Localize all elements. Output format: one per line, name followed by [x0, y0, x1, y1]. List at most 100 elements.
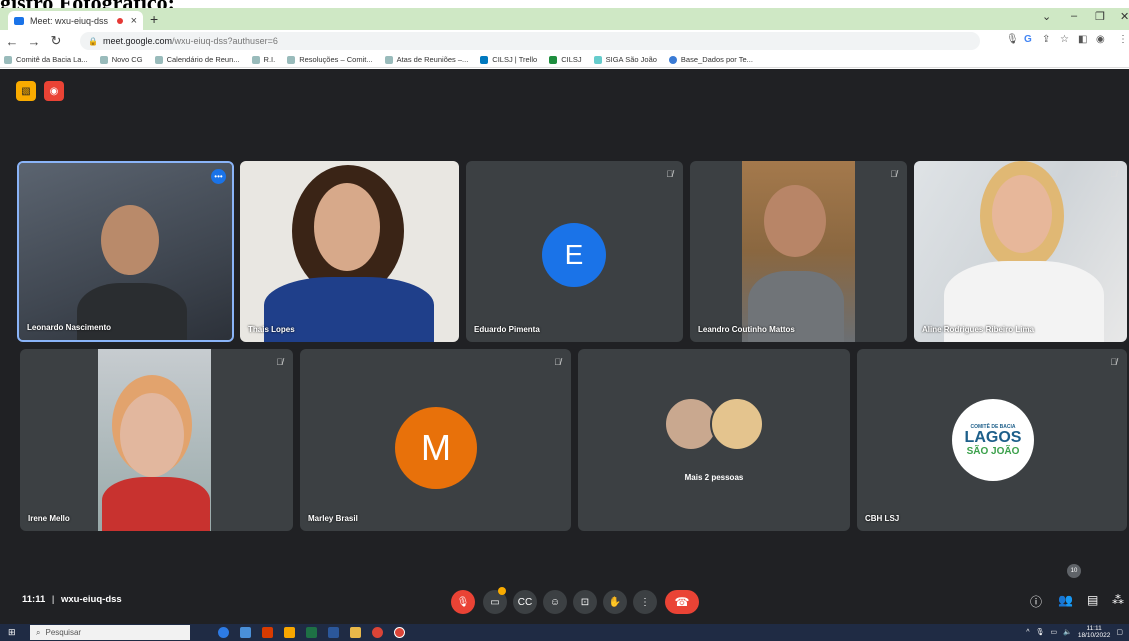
- excel-icon[interactable]: [306, 627, 317, 638]
- bookmark-item[interactable]: SIGA São João: [593, 55, 657, 64]
- network-icon[interactable]: ▭: [1050, 628, 1057, 636]
- minimize-icon[interactable]: –: [1071, 10, 1077, 22]
- bookmark-star-icon[interactable]: ☆: [1060, 34, 1069, 45]
- captions-button[interactable]: CC: [513, 590, 537, 614]
- sidepanel-icon[interactable]: ◧: [1078, 34, 1087, 45]
- edge-icon[interactable]: [218, 627, 229, 638]
- person-body: [77, 283, 187, 340]
- person-head: [992, 175, 1052, 253]
- menu-icon[interactable]: ⋮: [1118, 34, 1128, 45]
- participant-tile[interactable]: 🎙̸ M Marley Brasil: [300, 349, 571, 531]
- bookmark-item[interactable]: Novo CG: [99, 55, 143, 64]
- bookmark-item[interactable]: R.I.: [251, 55, 275, 64]
- bookmark-item[interactable]: CILSJ | Trello: [480, 55, 537, 64]
- participant-tile[interactable]: Thais Lopes: [240, 161, 459, 342]
- windows-taskbar: ⊞ ⌕ Pesquisar ^ 🎙 ▭ 🔈 11:11 18/10/2022 ▢: [0, 624, 1129, 641]
- bookmark-item[interactable]: Comitê da Bacia La...: [4, 55, 88, 64]
- end-call-button[interactable]: ☎: [665, 590, 699, 614]
- participant-name: Marley Brasil: [308, 514, 358, 523]
- participant-avatar: [710, 397, 764, 451]
- bookmark-item[interactable]: Calendário de Reun...: [154, 55, 240, 64]
- person-head: [764, 185, 826, 257]
- bookmark-item[interactable]: CILSJ: [549, 55, 582, 64]
- meet-stage: ▧ ◉ ••• Leonardo Nascimento Thais Lopes …: [0, 69, 1129, 624]
- sheets-icon: [384, 55, 393, 64]
- bookmark-item[interactable]: Resoluções – Comit...: [287, 55, 373, 64]
- meet-controls-bar: 11:11 | wxu-eiuq-dss 🎙 ▭ CC ☺ ⊡ ✋ ⋮ ☎ ⓘ …: [0, 584, 1129, 624]
- participant-tile[interactable]: 🎙̸ Aline Rodrigues Ribeiro Lima: [914, 161, 1127, 342]
- mic-off-icon: 🎙̸: [554, 357, 561, 367]
- emoji-button[interactable]: ☺: [543, 590, 567, 614]
- browser-tabstrip: Meet: wxu-eiuq-dss × + ⌄ – ❐ ✕: [0, 8, 1129, 30]
- taskbar-search[interactable]: ⌕ Pesquisar: [30, 625, 190, 640]
- more-options-button[interactable]: ⋮: [633, 590, 657, 614]
- captions-off-icon[interactable]: ▧: [16, 81, 36, 101]
- present-button[interactable]: ⊡: [573, 590, 597, 614]
- meeting-details-icon[interactable]: ⓘ: [1030, 593, 1042, 610]
- search-icon: ⌕: [36, 627, 41, 637]
- people-icon[interactable]: 👥: [1058, 593, 1073, 607]
- raise-hand-button[interactable]: ✋: [603, 590, 627, 614]
- lock-icon: 🔒: [88, 36, 98, 46]
- bookmarks-bar: Comitê da Bacia La... Novo CG Calendário…: [0, 52, 1129, 68]
- participant-tile[interactable]: 🎙̸ Leandro Coutinho Mattos: [690, 161, 907, 342]
- siga-icon: [593, 55, 602, 64]
- forward-icon[interactable]: →: [24, 34, 44, 49]
- tray-chevron-icon[interactable]: ^: [1026, 629, 1029, 636]
- files-icon[interactable]: [284, 627, 295, 638]
- google-extension-icon[interactable]: G: [1024, 34, 1032, 45]
- mic-indicator-icon[interactable]: 🎙: [1006, 34, 1019, 45]
- more-options-icon[interactable]: •••: [211, 169, 226, 184]
- chrome-active-icon[interactable]: [394, 627, 405, 638]
- participant-name: Leandro Coutinho Mattos: [698, 325, 795, 334]
- tab-title: Meet: wxu-eiuq-dss: [30, 15, 109, 26]
- windows-start-icon[interactable]: ⊞: [8, 627, 24, 638]
- reload-icon[interactable]: ↻: [46, 33, 66, 49]
- mic-toggle-button[interactable]: 🎙: [451, 590, 475, 614]
- restore-icon[interactable]: ❐: [1095, 10, 1105, 23]
- explorer-icon[interactable]: [350, 627, 361, 638]
- recording-icon[interactable]: ◉: [44, 81, 64, 101]
- volume-icon[interactable]: 🔈: [1063, 628, 1072, 636]
- bookmark-item[interactable]: Atas de Reuniões –...: [384, 55, 468, 64]
- chrome-icon[interactable]: [372, 627, 383, 638]
- participant-tile[interactable]: 🎙̸ COMITÊ DE BACIA LAGOS SÃO JOÃO CBH LS…: [857, 349, 1127, 531]
- taskview-icon[interactable]: [240, 627, 251, 638]
- participant-count-badge: 10: [1067, 564, 1081, 578]
- meeting-info: 11:11 | wxu-eiuq-dss: [22, 594, 122, 605]
- profile-avatar-icon[interactable]: ◉: [1096, 34, 1105, 45]
- browser-tab[interactable]: Meet: wxu-eiuq-dss ×: [8, 11, 143, 30]
- separator: |: [51, 594, 55, 605]
- tab-close-icon[interactable]: ×: [131, 15, 137, 27]
- meeting-time: 11:11: [22, 594, 46, 605]
- back-icon[interactable]: ←: [2, 34, 22, 49]
- tab-search-icon[interactable]: ⌄: [1042, 10, 1051, 23]
- participant-tile[interactable]: Mais 2 pessoas: [578, 349, 850, 531]
- new-tab-button[interactable]: +: [150, 11, 158, 27]
- participant-tile[interactable]: 🎙̸ E Eduardo Pimenta: [466, 161, 683, 342]
- sheets-icon: [251, 55, 260, 64]
- person-head: [101, 205, 159, 275]
- search-placeholder: Pesquisar: [45, 628, 82, 637]
- chat-icon[interactable]: ▤: [1087, 593, 1098, 607]
- participant-name: Thais Lopes: [248, 325, 295, 334]
- taskbar-clock[interactable]: 11:11 18/10/2022: [1078, 625, 1111, 639]
- powerpoint-icon[interactable]: [262, 627, 273, 638]
- word-icon[interactable]: [328, 627, 339, 638]
- tray-mic-icon[interactable]: 🎙: [1036, 628, 1045, 636]
- sheets-icon: [154, 55, 163, 64]
- activities-icon[interactable]: ⁂: [1112, 593, 1124, 607]
- sheets-icon: [99, 55, 108, 64]
- warning-dot-icon: [498, 587, 506, 595]
- participant-tile[interactable]: 🎙̸ Irene Mello: [20, 349, 293, 531]
- system-tray: ^ 🎙 ▭ 🔈 11:11 18/10/2022 ▢: [1026, 625, 1123, 639]
- share-icon[interactable]: ⇪: [1042, 34, 1050, 45]
- bookmark-item[interactable]: Base_Dados por Te...: [668, 55, 753, 64]
- close-window-icon[interactable]: ✕: [1120, 10, 1129, 23]
- meet-favicon-icon: [14, 16, 24, 25]
- participant-tile[interactable]: ••• Leonardo Nascimento: [17, 161, 234, 342]
- notifications-icon[interactable]: ▢: [1116, 628, 1123, 636]
- address-bar[interactable]: 🔒 meet.google.com/wxu-eiuq-dss?authuser=…: [80, 32, 980, 50]
- sheets-icon: [287, 55, 296, 64]
- camera-toggle-button[interactable]: ▭: [483, 587, 507, 614]
